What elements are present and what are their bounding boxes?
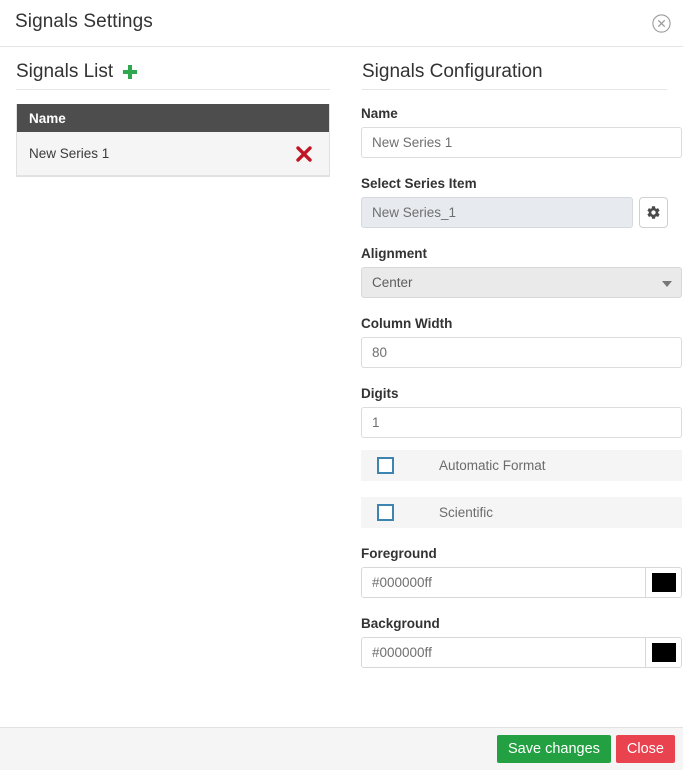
save-changes-button[interactable]: Save changes — [497, 735, 611, 763]
signals-configuration-panel: Signals Configuration Name Select Series… — [346, 47, 683, 727]
foreground-color-swatch — [651, 573, 676, 592]
gear-icon — [647, 206, 660, 219]
scientific-checkbox[interactable] — [377, 504, 394, 521]
select-series-item-row — [361, 197, 668, 228]
signals-list-header: Signals List — [16, 61, 330, 90]
dialog-body: Signals List Name New Series 1 Signals C… — [0, 47, 683, 727]
dialog-header: Signals Settings — [0, 0, 683, 47]
signals-table: Name New Series 1 — [16, 104, 330, 177]
label-alignment: Alignment — [361, 246, 427, 261]
background-color-picker-button[interactable] — [645, 638, 681, 667]
foreground-color-input[interactable] — [362, 568, 645, 597]
foreground-color-picker-button[interactable] — [645, 568, 681, 597]
signals-configuration-heading: Signals Configuration — [362, 61, 543, 82]
automatic-format-label: Automatic Format — [439, 458, 546, 473]
digits-input[interactable] — [361, 407, 682, 438]
series-item-settings-button[interactable] — [639, 197, 668, 228]
signals-list-heading: Signals List — [16, 61, 114, 82]
alignment-select[interactable]: Center — [361, 267, 682, 298]
dialog-title: Signals Settings — [15, 11, 153, 32]
select-series-item-input — [361, 197, 634, 228]
label-column-width: Column Width — [361, 316, 453, 331]
column-width-input[interactable] — [361, 337, 682, 368]
automatic-format-checkbox[interactable] — [377, 457, 394, 474]
name-input[interactable] — [361, 127, 682, 158]
scientific-label: Scientific — [439, 505, 494, 520]
chevron-down-icon — [662, 281, 672, 287]
x-delete-svg — [296, 145, 312, 162]
label-select-series-item: Select Series Item — [361, 176, 477, 191]
signals-table-header-row: Name — [17, 104, 329, 132]
background-color-input[interactable] — [362, 638, 645, 667]
close-button[interactable]: Close — [615, 735, 675, 763]
background-color-row — [361, 637, 682, 668]
label-background: Background — [361, 616, 440, 631]
label-foreground: Foreground — [361, 546, 437, 561]
signals-list-panel: Signals List Name New Series 1 — [0, 47, 346, 727]
table-row[interactable]: New Series 1 — [17, 132, 329, 176]
dialog-footer: Save changes Close — [0, 727, 683, 770]
add-signal-plus-icon[interactable] — [123, 65, 138, 79]
x-delete-icon[interactable] — [291, 141, 317, 167]
signal-name-cell: New Series 1 — [29, 146, 110, 161]
signals-settings-dialog: Signals Settings Signals List Name New S… — [0, 0, 683, 770]
close-circle-icon[interactable] — [652, 14, 671, 33]
label-name: Name — [361, 106, 398, 121]
signals-configuration-form: Name Select Series Item Alignment Center — [346, 106, 683, 668]
foreground-color-row — [361, 567, 682, 598]
label-digits: Digits — [361, 386, 399, 401]
background-color-swatch — [651, 643, 676, 662]
close-circle-svg — [652, 14, 671, 33]
alignment-selected-value: Center — [372, 275, 413, 290]
signals-configuration-header: Signals Configuration — [362, 61, 667, 90]
automatic-format-row[interactable]: Automatic Format — [361, 450, 682, 481]
column-header-name: Name — [29, 110, 66, 126]
scientific-row[interactable]: Scientific — [361, 497, 682, 528]
